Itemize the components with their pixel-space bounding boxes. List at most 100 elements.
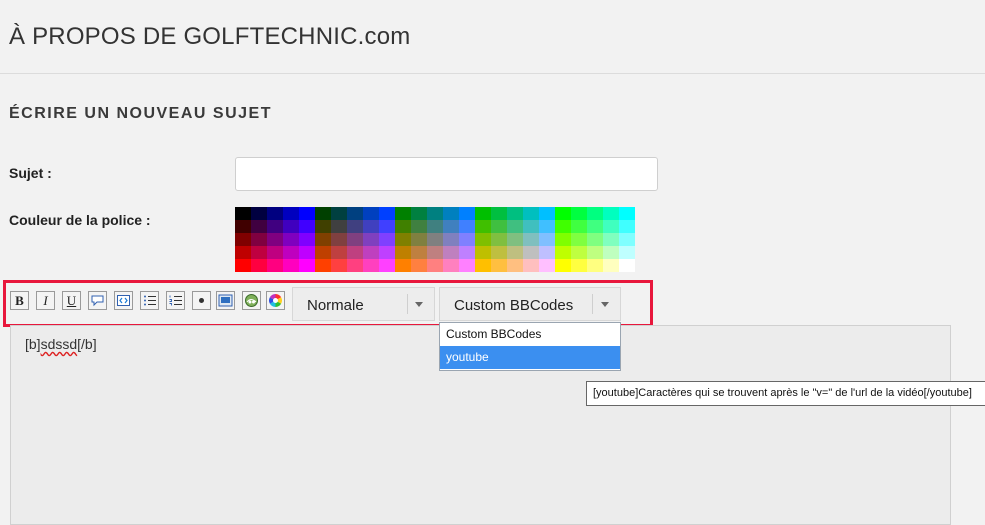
color-swatch[interactable] [571, 207, 587, 220]
color-swatch[interactable] [251, 233, 267, 246]
bbcode-option-custom[interactable]: Custom BBCodes [440, 323, 620, 346]
color-swatch[interactable] [267, 207, 283, 220]
color-swatch[interactable] [347, 207, 363, 220]
color-swatch[interactable] [379, 207, 395, 220]
color-swatch[interactable] [379, 246, 395, 259]
color-swatch[interactable] [411, 233, 427, 246]
color-swatch[interactable] [587, 259, 603, 272]
color-swatch[interactable] [315, 246, 331, 259]
subject-input[interactable] [235, 157, 658, 191]
color-swatch[interactable] [347, 233, 363, 246]
color-swatch[interactable] [283, 233, 299, 246]
color-swatch[interactable] [619, 233, 635, 246]
color-swatch[interactable] [283, 207, 299, 220]
color-swatch[interactable] [363, 207, 379, 220]
color-swatch[interactable] [475, 259, 491, 272]
color-swatch[interactable] [315, 220, 331, 233]
color-swatch[interactable] [363, 259, 379, 272]
color-swatch[interactable] [523, 207, 539, 220]
bbcode-option-youtube[interactable]: youtube [440, 346, 620, 369]
color-swatch[interactable] [315, 259, 331, 272]
color-swatch[interactable] [619, 246, 635, 259]
color-swatch[interactable] [235, 233, 251, 246]
color-swatch[interactable] [539, 207, 555, 220]
color-swatch[interactable] [603, 233, 619, 246]
color-swatch[interactable] [299, 207, 315, 220]
numbered-list-button[interactable] [166, 291, 185, 310]
color-swatch[interactable] [267, 259, 283, 272]
color-swatch[interactable] [363, 233, 379, 246]
color-swatch[interactable] [587, 207, 603, 220]
color-swatch[interactable] [331, 220, 347, 233]
color-swatch[interactable] [363, 246, 379, 259]
color-swatch[interactable] [395, 259, 411, 272]
color-swatch[interactable] [491, 220, 507, 233]
color-swatch[interactable] [235, 246, 251, 259]
color-swatch[interactable] [507, 246, 523, 259]
color-swatch[interactable] [491, 207, 507, 220]
bold-button[interactable]: B [10, 291, 29, 310]
color-swatch[interactable] [395, 246, 411, 259]
color-swatch[interactable] [251, 207, 267, 220]
color-swatch[interactable] [459, 246, 475, 259]
color-swatch[interactable] [459, 220, 475, 233]
color-swatch[interactable] [395, 233, 411, 246]
color-swatch[interactable] [443, 207, 459, 220]
color-swatch[interactable] [347, 246, 363, 259]
color-swatch[interactable] [459, 207, 475, 220]
color-swatch[interactable] [411, 220, 427, 233]
color-swatch[interactable] [523, 233, 539, 246]
color-swatch[interactable] [555, 207, 571, 220]
underline-button[interactable]: U [62, 291, 81, 310]
color-swatch[interactable] [347, 220, 363, 233]
color-swatch[interactable] [315, 233, 331, 246]
color-swatch[interactable] [475, 207, 491, 220]
color-swatch[interactable] [299, 246, 315, 259]
color-swatch[interactable] [411, 246, 427, 259]
color-swatch[interactable] [507, 220, 523, 233]
color-swatch[interactable] [283, 246, 299, 259]
italic-button[interactable]: I [36, 291, 55, 310]
color-swatch[interactable] [619, 259, 635, 272]
color-swatch[interactable] [555, 220, 571, 233]
color-swatch[interactable] [491, 259, 507, 272]
color-swatch[interactable] [251, 246, 267, 259]
bullet-list-button[interactable] [140, 291, 159, 310]
color-swatch[interactable] [427, 259, 443, 272]
color-swatch[interactable] [459, 233, 475, 246]
color-swatch[interactable] [587, 246, 603, 259]
color-swatch[interactable] [443, 246, 459, 259]
color-swatch[interactable] [267, 246, 283, 259]
color-swatch[interactable] [523, 220, 539, 233]
color-swatch[interactable] [603, 259, 619, 272]
color-swatch[interactable] [491, 246, 507, 259]
color-swatch[interactable] [427, 220, 443, 233]
color-swatch[interactable] [427, 233, 443, 246]
color-swatch[interactable] [619, 220, 635, 233]
color-swatch[interactable] [283, 259, 299, 272]
color-swatch[interactable] [411, 207, 427, 220]
color-swatch[interactable] [427, 207, 443, 220]
color-swatch[interactable] [571, 246, 587, 259]
color-swatch[interactable] [587, 220, 603, 233]
color-swatch[interactable] [603, 246, 619, 259]
color-swatch[interactable] [571, 259, 587, 272]
color-swatch[interactable] [571, 233, 587, 246]
color-swatch[interactable] [411, 259, 427, 272]
color-swatch[interactable] [299, 233, 315, 246]
color-swatch[interactable] [475, 220, 491, 233]
color-swatch[interactable] [395, 207, 411, 220]
color-swatch[interactable] [331, 259, 347, 272]
color-swatch[interactable] [459, 259, 475, 272]
color-swatch[interactable] [299, 259, 315, 272]
color-swatch[interactable] [491, 233, 507, 246]
code-button[interactable] [114, 291, 133, 310]
list-item-button[interactable] [192, 291, 211, 310]
color-swatch[interactable] [331, 207, 347, 220]
color-swatch[interactable] [267, 220, 283, 233]
quote-button[interactable] [88, 291, 107, 310]
color-swatch[interactable] [539, 220, 555, 233]
color-swatch[interactable] [523, 259, 539, 272]
color-swatch[interactable] [235, 220, 251, 233]
color-swatch[interactable] [379, 259, 395, 272]
